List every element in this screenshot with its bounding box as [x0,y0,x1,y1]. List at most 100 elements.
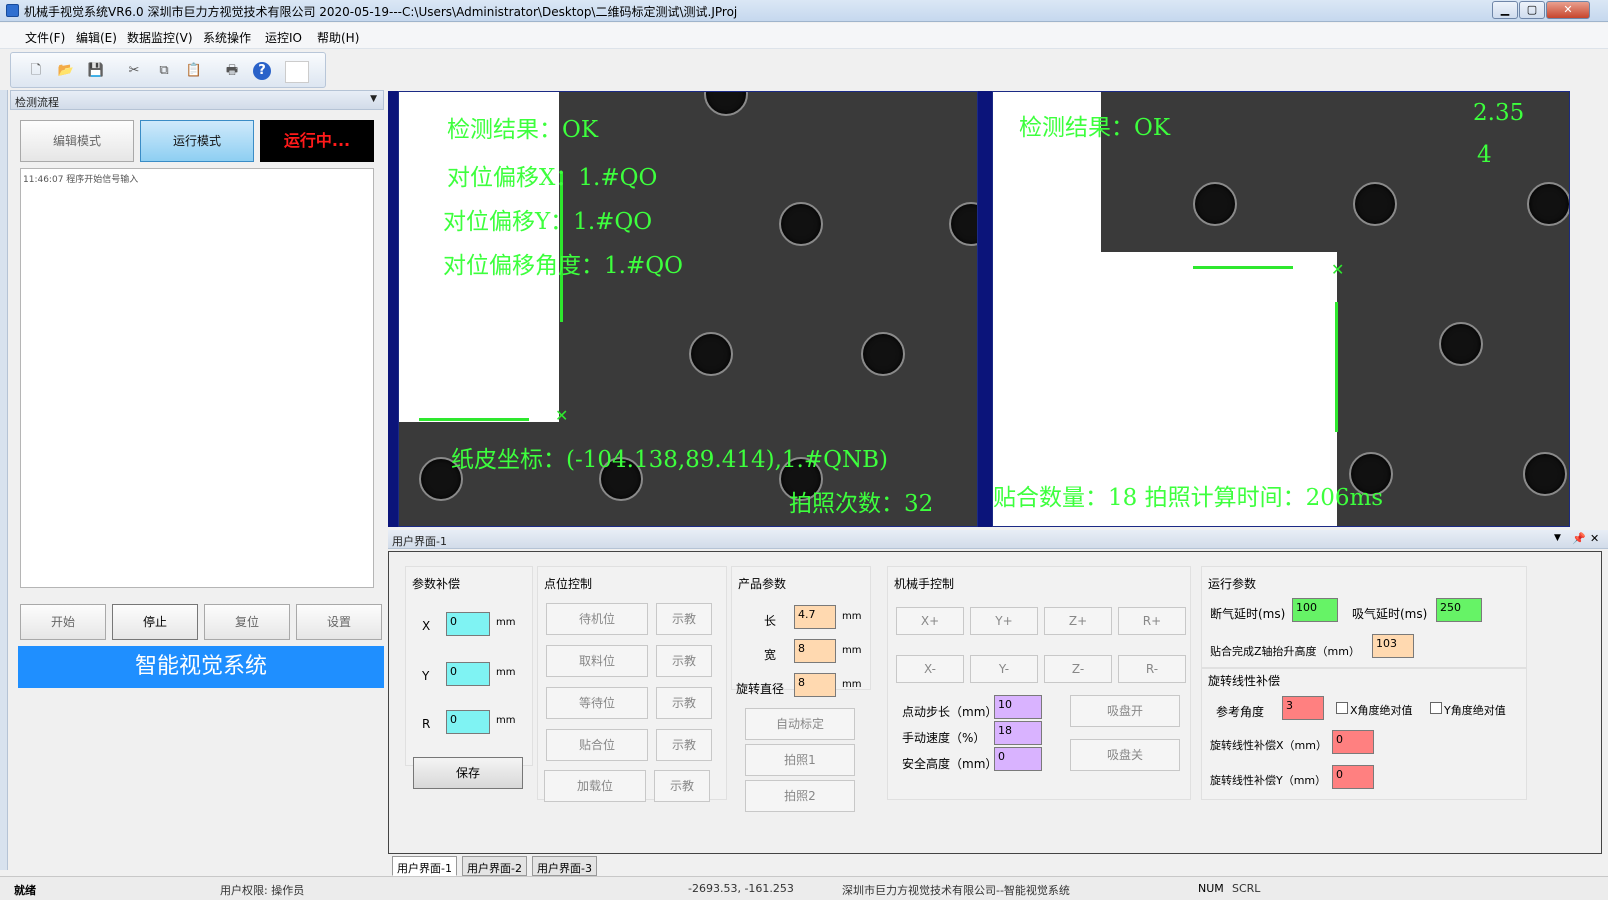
manual-speed-label: 手动速度（%） [902,731,986,745]
z-minus-button[interactable]: Z- [1044,655,1112,683]
close-icon[interactable]: ✕ [1590,532,1599,545]
y-angle-abs-checkbox[interactable] [1430,702,1442,714]
manual-speed-input[interactable]: 18 [994,721,1042,745]
menu-data-monitor[interactable]: 数据监控(V) [127,29,193,46]
tab-user-interface-1[interactable]: 用户界面-1 [392,856,457,876]
width-input[interactable]: 8 [794,639,836,663]
standby-pos-button[interactable]: 待机位 [546,603,648,635]
load-pos-button[interactable]: 加载位 [544,770,646,802]
start-button[interactable]: 开始 [20,604,106,640]
teach-standby-button[interactable]: 示教 [656,603,712,635]
help-icon[interactable]: ? [253,62,271,80]
lift-height-input[interactable]: 103 [1372,634,1414,658]
cam2-hole [1523,452,1567,496]
teach-bond-button[interactable]: 示教 [656,729,712,761]
menu-file[interactable]: 文件(F) [25,29,65,46]
pick-pos-button[interactable]: 取料位 [546,645,648,677]
camera-view-1[interactable]: ✕ 检测结果：OK 对位偏移X：1.#QO 对位偏移Y：1.#QO 对位偏移角度… [398,91,978,527]
rotation-comp-y-input[interactable]: 0 [1332,765,1374,789]
cut-icon[interactable]: ✂ [125,62,143,80]
cam2-result: 检测结果：OK [1019,115,1171,141]
teach-wait-button[interactable]: 示教 [656,687,712,719]
window-title: 机械手视觉系统VR6.0 深圳市巨力方视觉技术有限公司 2020-05-19--… [24,5,738,19]
cam1-corner-marker-icon: ✕ [555,406,569,425]
running-status-indicator: 运行中... [260,120,374,162]
cam1-hole [949,202,977,246]
y-minus-button[interactable]: Y- [970,655,1038,683]
stop-button[interactable]: 停止 [112,604,198,640]
r-minus-button[interactable]: R- [1118,655,1186,683]
maximize-button[interactable]: ▢ [1519,1,1545,19]
point-control-title: 点位控制 [544,577,593,591]
wait-pos-button[interactable]: 等待位 [546,687,648,719]
open-folder-icon[interactable]: 📂 [57,62,75,80]
rotation-diameter-input[interactable]: 8 [794,673,836,697]
cam1-shot-count: 拍照次数：32 [789,491,934,517]
menu-bar: 文件(F) 编辑(E) 数据监控(V) 系统操作 运控IO 帮助(H) [0,23,1608,49]
suction-off-button[interactable]: 吸盘关 [1070,739,1180,771]
r-comp-input[interactable]: 0 [446,710,490,734]
paste-icon[interactable]: 📋 [185,62,203,80]
pin-icon[interactable]: 📌 [1572,532,1586,545]
y-comp-input[interactable]: 0 [446,662,490,686]
menu-motion-io[interactable]: 运控IO [265,29,302,46]
run-param-group: 运行参数 断气延时(ms) 100 吸气延时(ms) 250 贴合完成Z轴抬升高… [1201,566,1527,668]
teach-pick-button[interactable]: 示教 [656,645,712,677]
log-list[interactable]: 11:46:07 程序开始信号输入 [20,168,374,588]
r-unit: mm [496,715,516,726]
auto-calibrate-button[interactable]: 自动标定 [745,708,855,740]
ref-angle-input[interactable]: 3 [1282,696,1324,720]
save-icon[interactable]: 💾 [87,62,105,80]
r-plus-button[interactable]: R+ [1118,607,1186,635]
menu-help[interactable]: 帮助(H) [317,29,359,46]
status-num-lock: NUM [1198,882,1224,895]
y-plus-button[interactable]: Y+ [970,607,1038,635]
menu-edit[interactable]: 编辑(E) [76,29,117,46]
x-minus-button[interactable]: X- [896,655,964,683]
length-input[interactable]: 4.7 [794,605,836,629]
dropdown-arrow-icon[interactable]: ▼ [370,94,377,104]
z-plus-button[interactable]: Z+ [1044,607,1112,635]
r-label: R [422,717,431,731]
minimize-button[interactable]: ▁ [1492,1,1518,19]
print-icon[interactable]: 🖶 [223,62,241,80]
x-comp-input[interactable]: 0 [446,612,490,636]
rotation-comp-x-input[interactable]: 0 [1332,730,1374,754]
run-param-title: 运行参数 [1208,577,1257,591]
user-interface-title: 用户界面-1 [392,535,447,548]
safe-height-input[interactable]: 0 [994,747,1042,771]
cam2-hole [1193,182,1237,226]
tab-user-interface-3[interactable]: 用户界面-3 [532,856,597,876]
new-file-icon[interactable]: 🗋 [27,62,45,80]
camera-view-2[interactable]: ✕ 检测结果：OK 2.35 4 贴合数量：18 拍照计算时间：206ms [992,91,1570,527]
run-mode-button[interactable]: 运行模式 [140,120,254,162]
break-delay-input[interactable]: 100 [1292,598,1338,622]
cam1-hole [779,202,823,246]
photo-1-button[interactable]: 拍照1 [745,744,855,776]
copy-icon[interactable]: ⧉ [155,62,173,80]
x-label: X [422,619,431,633]
photo-2-button[interactable]: 拍照2 [745,780,855,812]
close-button[interactable]: ✕ [1546,1,1590,19]
save-button[interactable]: 保存 [413,757,523,789]
edit-mode-button[interactable]: 编辑模式 [20,120,134,162]
cam1-hole [704,92,748,116]
reset-button[interactable]: 复位 [204,604,290,640]
suction-on-button[interactable]: 吸盘开 [1070,695,1180,727]
settings-button[interactable]: 设置 [296,604,382,640]
tab-user-interface-2[interactable]: 用户界面-2 [462,856,527,876]
bond-pos-button[interactable]: 贴合位 [546,729,648,761]
robot-control-title: 机械手控制 [894,577,955,591]
cam-divider [978,91,992,527]
menu-system[interactable]: 系统操作 [203,29,251,46]
x-angle-abs-checkbox[interactable] [1336,702,1348,714]
y-angle-abs-label: Y角度绝对值 [1444,704,1506,717]
jog-step-input[interactable]: 10 [994,695,1042,719]
cam1-hole [689,332,733,376]
x-plus-button[interactable]: X+ [896,607,964,635]
teach-load-button[interactable]: 示教 [654,770,710,802]
point-control-group: 点位控制 待机位 示教 取料位 示教 等待位 示教 贴合位 示教 加载位 示教 [537,566,727,802]
suck-delay-input[interactable]: 250 [1436,598,1482,622]
x-unit: mm [496,617,516,628]
dropdown-arrow-icon[interactable]: ▼ [1554,533,1561,543]
